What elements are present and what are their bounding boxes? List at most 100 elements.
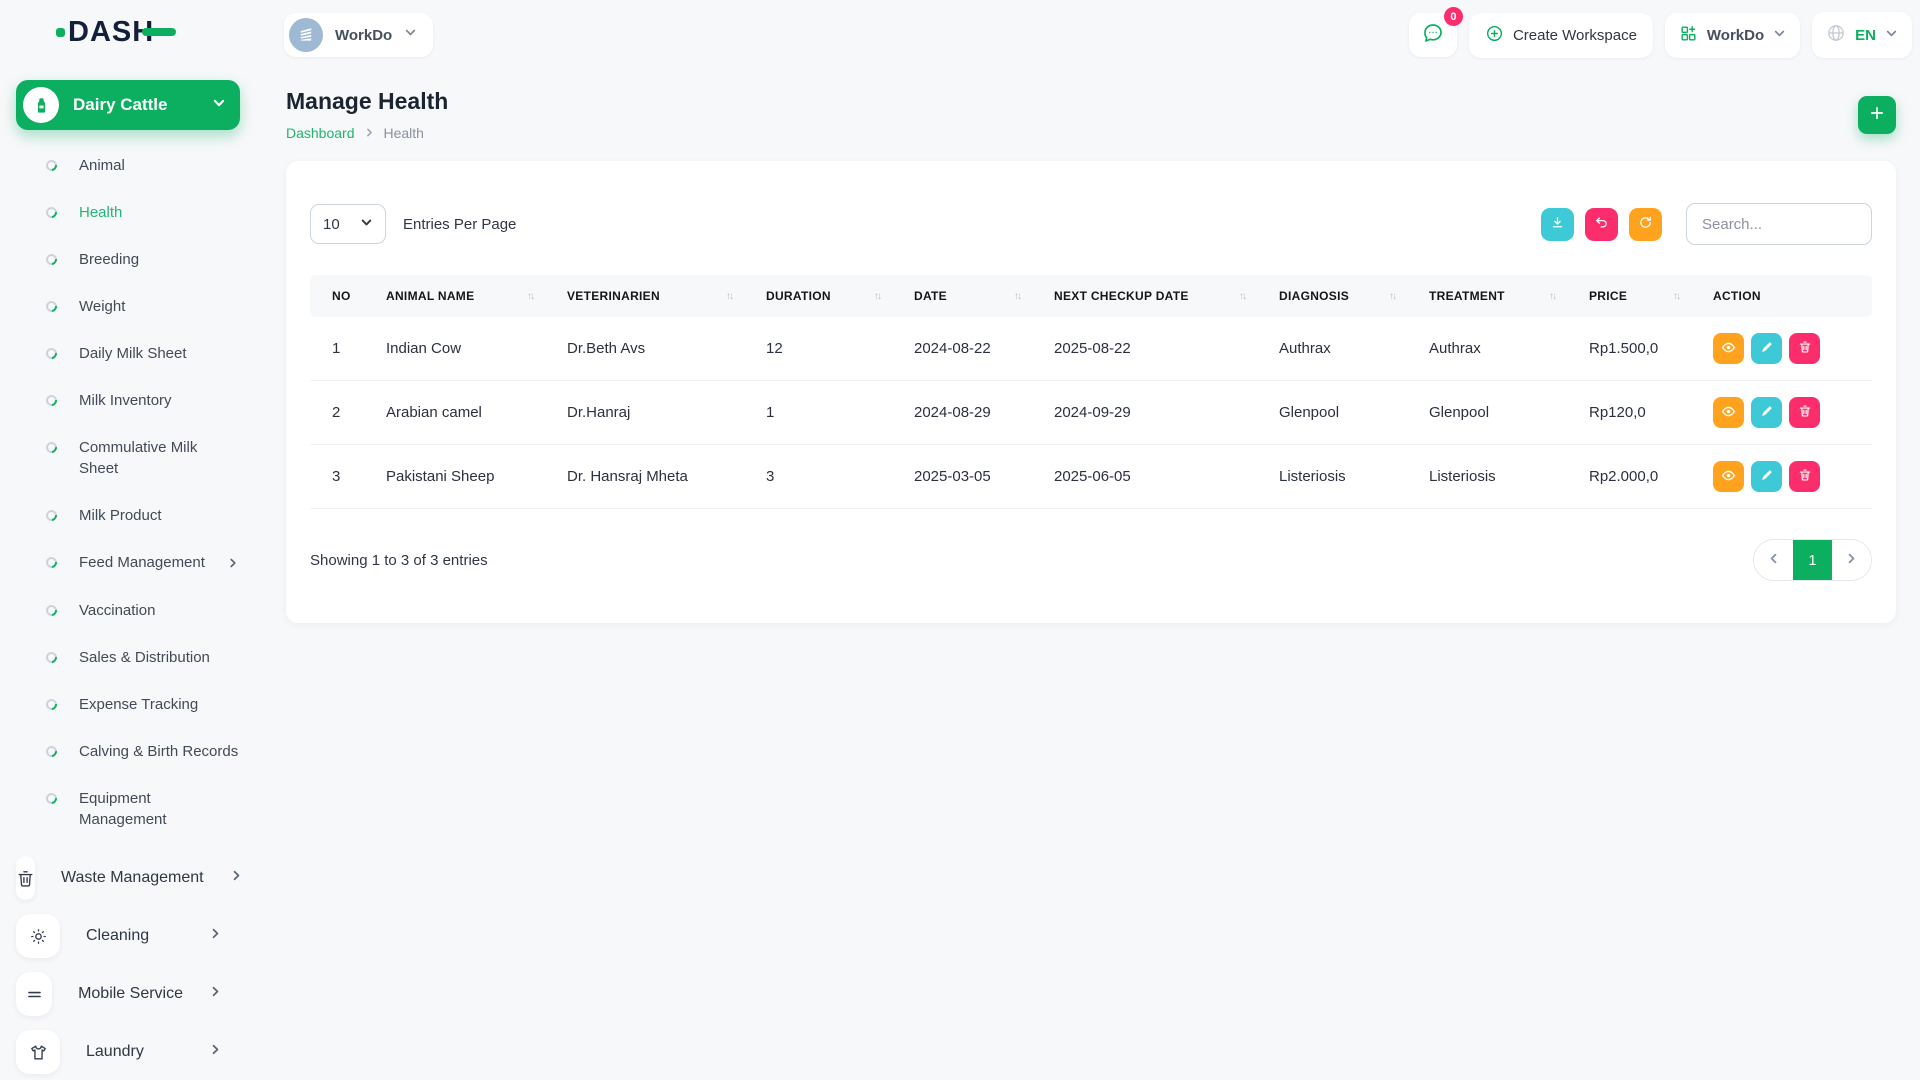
delete-button[interactable] [1789,397,1820,428]
cell-veterinarien: Dr. Hansraj Mheta [557,444,756,509]
sidebar-nav: Animal Health Breeding Weight Daily Milk… [0,136,256,843]
view-button[interactable] [1713,397,1744,428]
refresh-button[interactable] [1629,207,1662,241]
trash-icon [1798,468,1812,485]
pencil-icon [1760,404,1774,421]
breadcrumb-dashboard-link[interactable]: Dashboard [286,125,355,141]
sort-icon[interactable]: ↑↓ [874,291,882,302]
next-page-button[interactable] [1832,540,1871,580]
page-title-block: Manage Health Dashboard Health [286,88,448,141]
sidebar-item-vaccination[interactable]: Vaccination [0,587,256,634]
column-header-no: NO [310,275,376,317]
view-button[interactable] [1713,461,1744,492]
messages-button[interactable]: 0 [1408,7,1463,57]
table-toolbar-actions [1541,203,1872,245]
sidebar-item-daily-milk-sheet[interactable]: Daily Milk Sheet [0,330,256,377]
edit-button[interactable] [1751,461,1782,492]
sidebar-item-label: Breeding [79,251,140,268]
table-header: NO ANIMAL NAME ↑↓ VETERINARIEN ↑↓ DURATION… [310,275,1872,317]
previous-page-button[interactable] [1754,540,1793,580]
health-table-card: 10 Entries Per Page Search... NO ANIMAL … [286,161,1896,623]
globe-icon [1826,23,1846,47]
sort-icon[interactable]: ↑↓ [527,291,535,302]
edit-button[interactable] [1751,333,1782,364]
chevron-down-icon [404,26,417,44]
create-workspace-button[interactable]: Create Workspace [1468,12,1653,58]
delete-button[interactable] [1789,461,1820,492]
sidebar-module-cleaning[interactable]: Cleaning [0,907,256,965]
sort-icon[interactable]: ↑↓ [1014,291,1022,302]
workdo-menu-label: WorkDo [1706,26,1765,44]
bullet-ring-icon [43,743,60,760]
topbar-actions: 0 Create Workspace WorkDo EN [1408,7,1912,58]
eye-icon [1721,404,1736,422]
sidebar-item-breeding[interactable]: Breeding [0,236,256,283]
sidebar-module-label: Cleaning [86,927,150,944]
view-button[interactable] [1713,333,1744,364]
cell-animal-name: Pakistani Sheep [376,444,557,509]
export-button[interactable] [1541,207,1574,241]
cell-date: 2024-08-22 [904,317,1044,381]
sort-icon[interactable]: ↑↓ [1673,291,1681,302]
sidebar-item-label: Commulative Milk Sheet [79,439,198,477]
sidebar-item-sales-distribution[interactable]: Sales & Distribution [0,634,256,681]
sidebar-item-label: Equipment Management [79,790,167,828]
chevron-right-icon [364,125,375,141]
delete-button[interactable] [1789,333,1820,364]
edit-button[interactable] [1751,397,1782,428]
table-row: 1 Indian Cow Dr.Beth Avs 12 2024-08-22 2… [310,317,1872,381]
messages-badge: 0 [1443,7,1463,26]
sort-icon[interactable]: ↑↓ [726,291,734,302]
trash-icon [1798,340,1812,357]
sidebar-item-milk-product[interactable]: Milk Product [0,492,256,539]
sort-icon[interactable]: ↑↓ [1239,291,1247,302]
sidebar-item-commulative-milk-sheet[interactable]: Commulative Milk Sheet [0,424,256,492]
sidebar-module-label: Laundry [86,1043,144,1060]
bullet-ring-icon [43,298,60,315]
sort-icon[interactable]: ↑↓ [1549,291,1557,302]
workspace-switcher[interactable]: WorkDo [284,13,434,57]
sidebar-item-milk-inventory[interactable]: Milk Inventory [0,377,256,424]
cell-animal-name: Indian Cow [376,317,557,381]
sidebar-module-waste-management[interactable]: Waste Management [0,849,256,907]
sidebar-module-label: Waste Management [61,869,204,886]
bullet-ring-icon [43,251,60,268]
sidebar-item-label: Animal [79,157,125,174]
sidebar-item-health[interactable]: Health [0,189,256,236]
sidebar-item-label: Daily Milk Sheet [79,345,187,362]
sort-icon[interactable]: ↑↓ [1389,291,1397,302]
sidebar-item-feed-management[interactable]: Feed Management [0,539,256,587]
chevron-right-icon [1845,552,1858,568]
language-selector[interactable]: EN [1812,12,1912,58]
language-label: EN [1855,26,1876,44]
bullet-ring-icon [43,204,60,221]
bullet-ring-icon [43,439,60,456]
column-header-diagnosis: DIAGNOSIS ↑↓ [1269,275,1419,317]
sidebar: DASH Dairy Cattle Animal Health Breeding… [0,0,256,1080]
sidebar-item-label: Health [79,204,123,221]
sidebar-item-equipment-management[interactable]: Equipment Management [0,775,256,843]
eye-icon [1721,340,1736,358]
workdo-apps-menu[interactable]: WorkDo [1664,12,1801,58]
sidebar-module-laundry[interactable]: Laundry [0,1023,256,1080]
entries-per-page-select[interactable]: 10 [310,204,386,244]
brightness-icon [16,914,60,958]
sidebar-item-expense-tracking[interactable]: Expense Tracking [0,681,256,728]
brand-logo[interactable]: DASH [0,0,256,64]
breadcrumb-current: Health [383,125,424,141]
chevron-right-icon [209,927,222,945]
cell-next-checkup-date: 2025-08-22 [1044,317,1269,381]
sidebar-item-weight[interactable]: Weight [0,283,256,330]
cell-price: Rp120,0 [1579,380,1703,445]
add-health-record-button[interactable] [1858,95,1896,134]
sidebar-item-animal[interactable]: Animal [0,142,256,189]
sidebar-section-dairy-cattle[interactable]: Dairy Cattle [16,80,240,130]
undo-button[interactable] [1585,207,1618,241]
cell-date: 2025-03-05 [904,444,1044,509]
sidebar-item-calving-birth-records[interactable]: Calving & Birth Records [0,728,256,775]
page-number-button[interactable]: 1 [1793,540,1832,580]
sidebar-module-mobile-service[interactable]: Mobile Service [0,965,256,1023]
search-input[interactable] [1686,203,1872,245]
sidebar-module-label: Mobile Service [78,985,183,1002]
cell-treatment: Authrax [1419,317,1579,381]
